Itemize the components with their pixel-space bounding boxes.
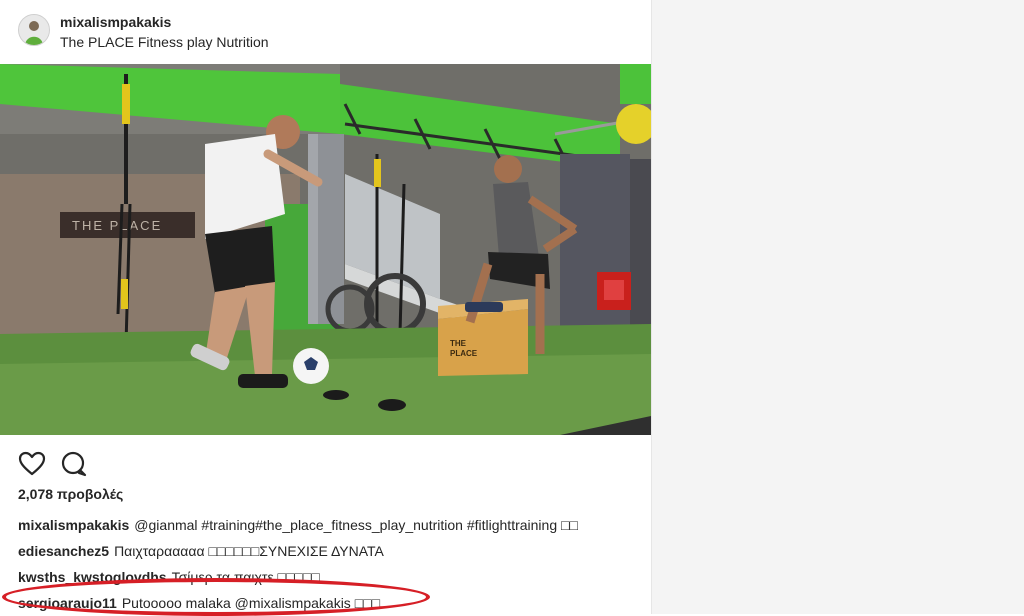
- comments-list: mixalismpakakis @gianmal #training#the_pl…: [18, 512, 638, 616]
- comment-username[interactable]: ediesanchez5: [18, 543, 109, 559]
- post-actions: [18, 450, 218, 478]
- blank-side-panel: [652, 0, 1024, 614]
- box-label-2: PLACE: [450, 349, 478, 358]
- instagram-post: mixalismpakakis The PLACE Fitness play N…: [0, 0, 652, 616]
- comment-text: @gianmal #training#the_place_fitness_pla…: [134, 517, 578, 533]
- list-item: kwsths_kwstoglovdhs Τσίμερ τα παιχτε □□□□…: [18, 564, 638, 590]
- comment-text: Τσίμερ τα παιχτε □□□□□: [171, 569, 320, 585]
- comment-username[interactable]: sergioaraujo11: [18, 595, 117, 611]
- wall-sign: THE PLACE: [72, 218, 162, 233]
- box-label-1: THE: [450, 339, 467, 348]
- comment-username[interactable]: kwsths_kwstoglovdhs: [18, 569, 167, 585]
- avatar[interactable]: [18, 14, 50, 46]
- comment-username[interactable]: mixalismpakakis: [18, 517, 129, 533]
- post-username[interactable]: mixalismpakakis: [60, 14, 171, 30]
- post-header: mixalismpakakis The PLACE Fitness play N…: [18, 14, 638, 50]
- heart-icon[interactable]: [18, 450, 46, 478]
- caption: mixalismpakakis @gianmal #training#the_pl…: [18, 512, 638, 538]
- avatar-image: [19, 15, 49, 45]
- post-location[interactable]: The PLACE Fitness play Nutrition: [60, 34, 269, 50]
- list-item: ediesanchez5 Παιχταρααααα □□□□□□ΣΥΝΕΧΙΣΕ …: [18, 538, 638, 564]
- comment-icon[interactable]: [60, 450, 88, 478]
- comment-text: Παιχταρααααα □□□□□□ΣΥΝΕΧΙΣΕ ΔΥΝΑΤΑ: [114, 543, 384, 559]
- list-item: sergioaraujo11 Putooooo malaka @mixalismp…: [18, 590, 638, 616]
- gym-scene: THE PLACE THE PLACE: [0, 64, 651, 435]
- post-video[interactable]: THE PLACE THE PLACE: [0, 64, 651, 435]
- view-count: 2,078 προβολές: [18, 486, 124, 502]
- comment-text: Putooooo malaka @mixalismpakakis □□□: [121, 595, 381, 611]
